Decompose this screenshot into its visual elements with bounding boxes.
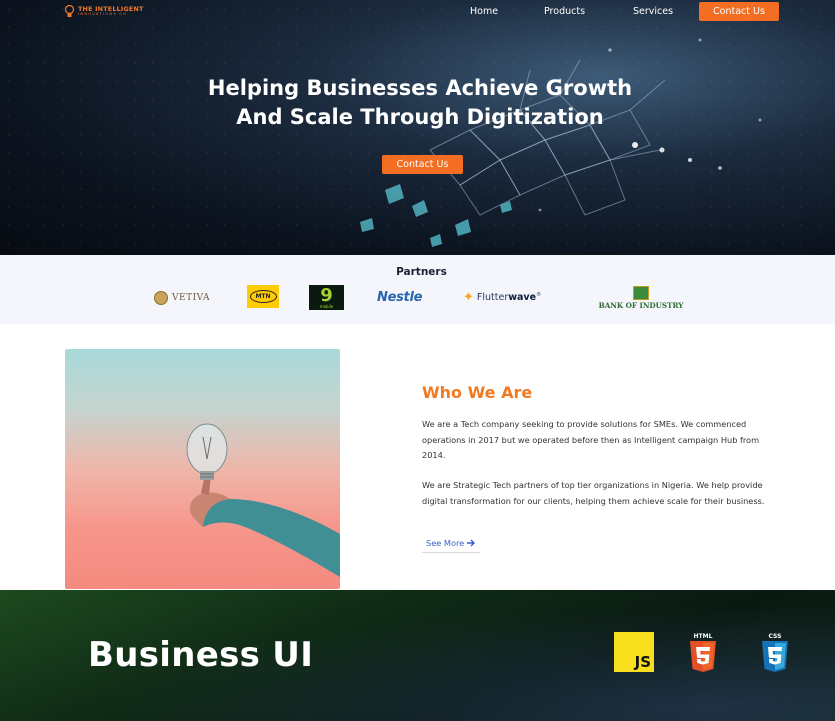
- flutterwave-icon: ✦: [463, 290, 474, 305]
- partner-logo-mtn: MTN: [247, 285, 279, 308]
- svg-text:HTML: HTML: [694, 633, 713, 640]
- html5-logo-icon: HTML: [688, 632, 718, 676]
- section-title: Who We Are: [422, 383, 533, 402]
- nav-link-products[interactable]: Products: [544, 6, 585, 17]
- partner-logo-nestle: Nestle: [377, 285, 422, 310]
- nav-link-home[interactable]: Home: [470, 6, 498, 17]
- partner-logo-flutterwave: ✦ Flutterwave®: [463, 285, 541, 310]
- nav-link-services[interactable]: Services: [633, 6, 673, 17]
- partners-title: Partners: [396, 266, 447, 278]
- showcase-banner: Business UI JS HTML CSS: [0, 590, 835, 721]
- hero-title: Helping Businesses Achieve Growth And Sc…: [150, 74, 690, 132]
- arrow-right-icon: [467, 539, 476, 547]
- partner-name-vetiva: VETIVA: [172, 292, 211, 303]
- partners-section: Partners VETIVA MTN 9 mobile Nestle ✦ Fl…: [0, 255, 835, 324]
- partner-name-mtn: MTN: [249, 290, 277, 303]
- hero-title-line2: And Scale Through Digitization: [236, 105, 604, 129]
- see-more-link[interactable]: See More: [422, 538, 481, 553]
- hero-section: THE INTELLIGENT INNOVATIONS CO Home Prod…: [0, 0, 835, 255]
- logo-subname: INNOVATIONS CO: [78, 12, 128, 17]
- partner-logo-bank-of-industry: BANK OF INDUSTRY: [594, 285, 688, 310]
- about-paragraph-1: We are a Tech company seeking to provide…: [422, 419, 760, 460]
- javascript-logo-icon: JS: [614, 632, 654, 672]
- lightbulb-icon: [64, 5, 75, 17]
- svg-text:CSS: CSS: [769, 633, 782, 640]
- who-we-are-section: Who We Are We are a Tech company seeking…: [0, 324, 835, 590]
- css3-logo-icon: CSS: [760, 632, 790, 676]
- partner-name-bank-of-industry: BANK OF INDUSTRY: [598, 300, 684, 310]
- partner-logo-9mobile: 9 mobile: [309, 285, 344, 310]
- partner-name-9mobile: 9: [320, 284, 333, 306]
- partner-name-nestle: Nestle: [377, 290, 423, 305]
- partner-logo-vetiva: VETIVA: [154, 285, 210, 310]
- partner-sub-9mobile: mobile: [319, 303, 334, 309]
- nav-contact-button[interactable]: Contact Us: [699, 2, 779, 21]
- partner-name-flutterwave: Flutterwave®: [476, 291, 542, 304]
- hand-holding-bulb-illustration: [186, 423, 340, 577]
- about-paragraph-2: We are Strategic Tech partners of top ti…: [422, 480, 765, 506]
- vetiva-emblem-icon: [154, 290, 168, 305]
- see-more-label: See More: [426, 538, 465, 548]
- bank-of-industry-emblem-icon: [633, 285, 649, 300]
- top-nav: THE INTELLIGENT INNOVATIONS CO Home Prod…: [0, 0, 835, 24]
- lightbulb-hand-image: [65, 349, 340, 589]
- hero-contact-button[interactable]: Contact Us: [382, 155, 463, 174]
- hero-title-line1: Helping Businesses Achieve Growth: [207, 76, 633, 100]
- brand-logo[interactable]: THE INTELLIGENT INNOVATIONS CO: [64, 5, 144, 18]
- banner-title: Business UI: [88, 635, 314, 675]
